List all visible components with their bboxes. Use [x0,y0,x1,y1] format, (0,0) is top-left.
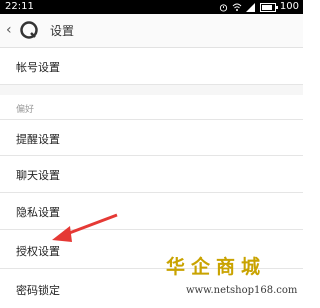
account-settings-item[interactable]: 帐号设置 [0,48,303,85]
section-gap [0,85,303,95]
app-logo-icon[interactable] [20,21,38,39]
watermark-logo-text: 华企商城 [166,256,267,278]
title-bar: ‹ 设置 [0,14,303,48]
battery-percent: 100 [279,1,299,12]
status-icons: 100 [219,0,299,14]
reminder-settings-item[interactable]: 提醒设置 [0,119,303,156]
chat-settings-label: 聊天设置 [16,169,60,182]
authorization-settings-label: 授权设置 [16,245,60,258]
reminder-settings-label: 提醒设置 [16,133,60,146]
signal-icon [245,2,255,12]
watermark-url: www.netshop168.com [186,285,298,296]
chat-settings-item[interactable]: 聊天设置 [0,156,303,193]
account-settings-label: 帐号设置 [16,61,60,74]
password-lock-label: 密码锁定 [16,284,60,297]
page-title: 设置 [50,24,75,38]
battery-icon [259,2,278,12]
status-bar: 22:11 100 [0,0,303,14]
privacy-settings-item[interactable]: 隐私设置 [0,193,303,230]
status-time: 22:11 [5,1,34,12]
privacy-settings-label: 隐私设置 [16,206,60,219]
chevron-left-icon[interactable]: ‹ [6,22,12,38]
alarm-icon [219,3,228,12]
wifi-icon [232,3,242,11]
section-header-preferences: 偏好 [16,105,35,115]
